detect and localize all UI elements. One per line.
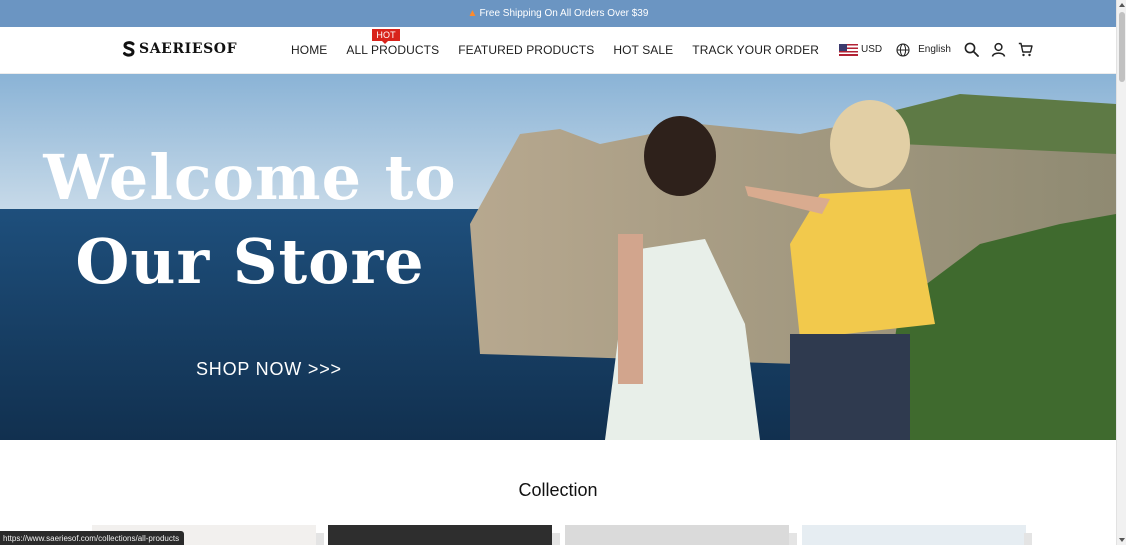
- search-icon[interactable]: [964, 42, 979, 57]
- collection-card[interactable]: [565, 525, 789, 545]
- currency-selector[interactable]: USD: [861, 44, 882, 55]
- main-nav: HOME HOT ALL PRODUCTS FEATURED PRODUCTS …: [291, 29, 819, 57]
- card-shadow: [789, 533, 797, 545]
- hero-title-line1: Welcome to: [43, 141, 457, 214]
- globe-icon[interactable]: [896, 42, 910, 57]
- hero-title-line2: Our Store: [75, 225, 425, 298]
- shop-now-button[interactable]: SHOP NOW >>>: [196, 359, 342, 380]
- collection-card[interactable]: [802, 525, 1026, 545]
- scroll-up-arrow-icon[interactable]: [1119, 3, 1125, 7]
- page-scrollbar[interactable]: [1116, 0, 1126, 545]
- nav-hot-sale[interactable]: HOT SALE: [613, 43, 673, 57]
- announcement-bar: ▲ Free Shipping On All Orders Over $39: [0, 0, 1116, 27]
- store-logo[interactable]: SAERIESOF: [122, 41, 237, 57]
- collection-card[interactable]: [328, 525, 552, 545]
- logo-mark-icon: [123, 41, 135, 57]
- hero-banner[interactable]: Welcome to Our Store SHOP NOW >>>: [0, 74, 1116, 440]
- logo-text: SAERIESOF: [139, 41, 238, 57]
- nav-all-products[interactable]: HOT ALL PRODUCTS: [346, 29, 440, 57]
- header-tools: USD English: [839, 42, 1033, 57]
- us-flag-icon[interactable]: [839, 43, 858, 56]
- link-status-url: https://www.saeriesof.com/collections/al…: [0, 531, 185, 545]
- nav-track-your-order[interactable]: TRACK YOUR ORDER: [692, 43, 819, 57]
- announcement-text: Free Shipping On All Orders Over $39: [479, 8, 649, 19]
- site-header: SAERIESOF HOME HOT ALL PRODUCTS FEATURED…: [0, 27, 1116, 74]
- scroll-thumb[interactable]: [1119, 12, 1125, 82]
- card-shadow: [316, 533, 324, 545]
- nav-all-products-label: ALL PRODUCTS: [346, 43, 440, 57]
- nav-home[interactable]: HOME: [291, 43, 327, 57]
- hot-badge: HOT: [372, 29, 400, 44]
- card-shadow: [552, 533, 560, 545]
- card-shadow: [1024, 533, 1032, 545]
- account-icon[interactable]: [991, 42, 1006, 57]
- nav-featured-products[interactable]: FEATURED PRODUCTS: [458, 43, 594, 57]
- collection-heading: Collection: [518, 480, 598, 500]
- language-selector[interactable]: English: [918, 44, 951, 55]
- cart-icon[interactable]: [1018, 42, 1033, 57]
- scroll-down-arrow-icon[interactable]: [1119, 538, 1125, 542]
- fire-icon: ▲: [467, 8, 478, 19]
- hero-title: Welcome to Our Store: [30, 136, 470, 304]
- page: ▲ Free Shipping On All Orders Over $39 S…: [0, 0, 1126, 545]
